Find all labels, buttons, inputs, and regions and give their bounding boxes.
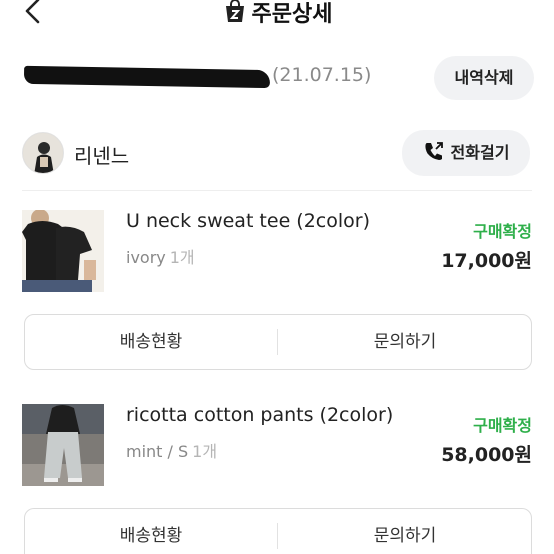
shopping-bag-icon <box>222 0 248 24</box>
item-actions: 배송현황 문의하기 <box>24 508 532 554</box>
page-title: 주문상세 <box>251 2 333 27</box>
product-price: 58,000원 <box>441 444 532 466</box>
order-item: U neck sweat tee (2color) ivory 1개 구매확정 1… <box>0 206 554 316</box>
quantity: 1개 <box>192 442 218 461</box>
item-actions: 배송현황 문의하기 <box>24 314 532 370</box>
product-option: ivory 1개 <box>126 244 195 268</box>
order-info-row: (21.07.15) 내역삭제 <box>0 56 554 100</box>
section-divider <box>22 190 532 191</box>
shipping-status-button[interactable]: 배송현황 <box>25 315 277 369</box>
order-status: 구매확정 <box>473 222 532 241</box>
inquiry-button[interactable]: 문의하기 <box>279 509 531 554</box>
product-option: mint / S 1개 <box>126 438 217 462</box>
order-item: ricotta cotton pants (2color) mint / S 1개… <box>0 400 554 510</box>
shop-row: 리넨느 전화걸기 <box>0 130 554 180</box>
action-separator <box>277 329 278 355</box>
order-number-redacted <box>22 62 272 89</box>
header-bar: 주문상세 <box>0 0 554 28</box>
product-thumbnail[interactable] <box>22 404 104 486</box>
delete-history-button[interactable]: 내역삭제 <box>434 56 534 100</box>
inquiry-button[interactable]: 문의하기 <box>279 315 531 369</box>
order-date: (21.07.15) <box>272 64 372 86</box>
shop-avatar[interactable] <box>22 132 64 174</box>
call-button-label: 전화걸기 <box>450 143 510 162</box>
call-button[interactable]: 전화걸기 <box>402 130 530 176</box>
product-price: 17,000원 <box>441 250 532 272</box>
action-separator <box>277 523 278 549</box>
product-name[interactable]: ricotta cotton pants (2color) <box>126 404 393 426</box>
option-value: ivory <box>126 248 166 267</box>
redaction-mark <box>23 65 271 89</box>
product-thumbnail[interactable] <box>22 210 104 292</box>
shop-name[interactable]: 리넨느 <box>74 140 129 169</box>
option-value: mint / S <box>126 442 189 461</box>
order-status: 구매확정 <box>473 416 532 435</box>
product-name[interactable]: U neck sweat tee (2color) <box>126 210 370 232</box>
phone-call-icon <box>423 134 445 160</box>
page-title-wrap: 주문상세 <box>0 0 554 28</box>
quantity: 1개 <box>169 248 195 267</box>
shipping-status-button[interactable]: 배송현황 <box>25 509 277 554</box>
